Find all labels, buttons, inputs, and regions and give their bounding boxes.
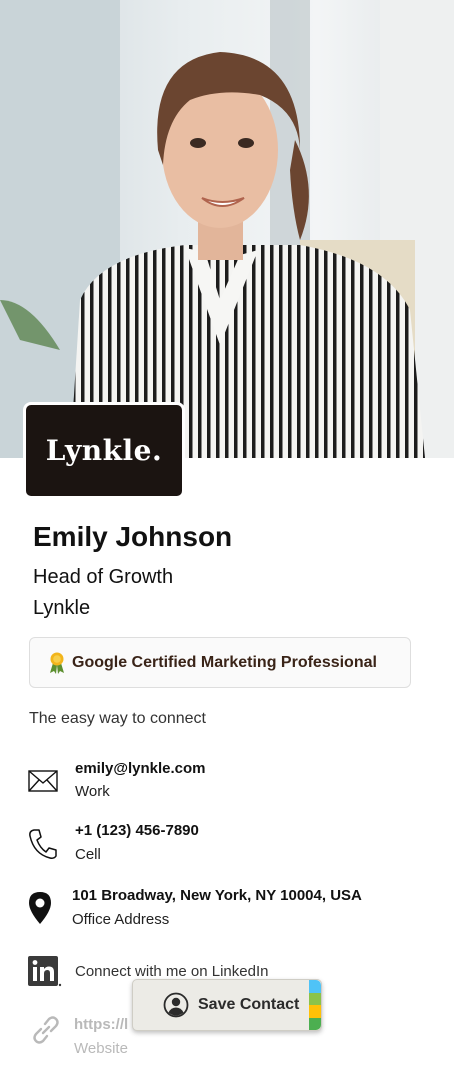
phone-icon <box>29 829 57 859</box>
award-ribbon-icon <box>50 652 64 674</box>
website-value: https://l <box>74 1016 129 1033</box>
save-contact-button[interactable]: Save Contact <box>132 979 322 1031</box>
phone-label: Cell <box>75 846 101 863</box>
email-value: emily@lynkle.com <box>75 760 206 777</box>
linkedin-icon <box>28 956 62 987</box>
envelope-icon <box>28 770 58 792</box>
link-icon <box>33 1016 59 1044</box>
save-contact-label: Save Contact <box>198 996 300 1013</box>
certification-badge: Google Certified Marketing Professional <box>29 637 411 688</box>
user-circle-icon <box>163 992 189 1018</box>
badge-label: Google Certified Marketing Professional <box>72 653 377 671</box>
color-strip <box>309 980 321 1030</box>
job-title: Head of Growth <box>33 566 174 588</box>
contact-name: Emily Johnson <box>33 521 233 552</box>
location-pin-icon <box>29 892 51 924</box>
profile-photo <box>0 0 454 458</box>
address-value: 101 Broadway, New York, NY 10004, USA <box>72 887 362 904</box>
email-label: Work <box>75 783 110 800</box>
phone-value: +1 (123) 456-7890 <box>75 822 199 839</box>
linkedin-label: Connect with me on LinkedIn <box>75 963 269 980</box>
company-name: Lynkle <box>33 597 91 619</box>
company-logo: Lynkle. <box>23 402 185 499</box>
website-label: Website <box>74 1040 128 1057</box>
tagline: The easy way to connect <box>29 710 206 727</box>
address-label: Office Address <box>72 911 170 928</box>
